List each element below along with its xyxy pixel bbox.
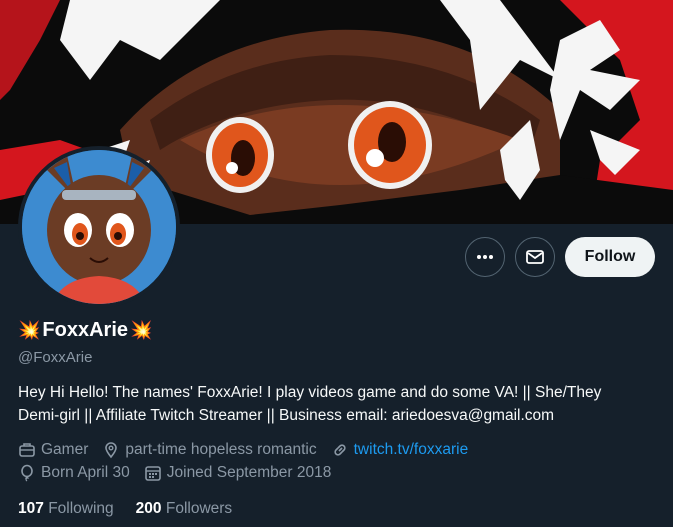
bio-line: Hey Hi Hello! The names' FoxxArie! I pla… (18, 384, 602, 401)
website-item: twitch.tv/foxxarie (331, 441, 469, 459)
birthday-text: Born April 30 (41, 464, 130, 481)
collision-emoji-right: 💥 (130, 320, 153, 340)
user-handle: @FoxxArie (18, 349, 93, 366)
joined-text: Joined September 2018 (166, 464, 332, 481)
following-label: Following (48, 500, 114, 517)
following-count: 107 (18, 500, 44, 517)
location-pin-icon (105, 442, 118, 459)
follow-stats: 107 Following 200 Followers (18, 500, 232, 518)
message-button[interactable] (515, 237, 555, 277)
profile-meta-row-2: Born April 30 Joined September 2018 (18, 464, 345, 482)
more-button[interactable] (465, 237, 505, 277)
balloon-icon (21, 464, 33, 482)
envelope-icon (526, 250, 544, 264)
following-link[interactable]: 107 Following (18, 500, 114, 518)
profile-avatar[interactable] (18, 146, 180, 308)
profile-meta-row-1: Gamer part-time hopeless romantic twitch… (18, 441, 482, 459)
display-name: FoxxArie (42, 319, 129, 341)
link-icon (334, 444, 346, 456)
followers-link[interactable]: 200 Followers (136, 500, 233, 518)
website-link[interactable]: twitch.tv/foxxarie (354, 441, 469, 459)
followers-count: 200 (135, 500, 162, 517)
profile-bio: Hey Hi Hello! The names' FoxxArie! I pla… (18, 381, 658, 427)
followers-label: Followers (165, 500, 233, 517)
display-name-row: 💥 FoxxArie 💥 (18, 319, 152, 342)
more-dots-icon (477, 255, 493, 259)
briefcase-icon (19, 443, 35, 457)
birthday-item: Born April 30 (18, 464, 130, 482)
category-text: Gamer (41, 441, 89, 458)
location-item: part-time hopeless romantic (102, 441, 317, 459)
avatar-image (22, 150, 176, 304)
profile-actions: Follow (465, 237, 655, 277)
joined-item: Joined September 2018 (144, 464, 332, 482)
location-text: part-time hopeless romantic (125, 441, 317, 458)
calendar-icon (144, 466, 161, 481)
category-item: Gamer (18, 441, 88, 459)
follow-button[interactable]: Follow (565, 237, 655, 277)
collision-emoji-left: 💥 (18, 320, 41, 340)
bio-line: Demi-girl || Affiliate Twitch Streamer |… (18, 407, 555, 424)
